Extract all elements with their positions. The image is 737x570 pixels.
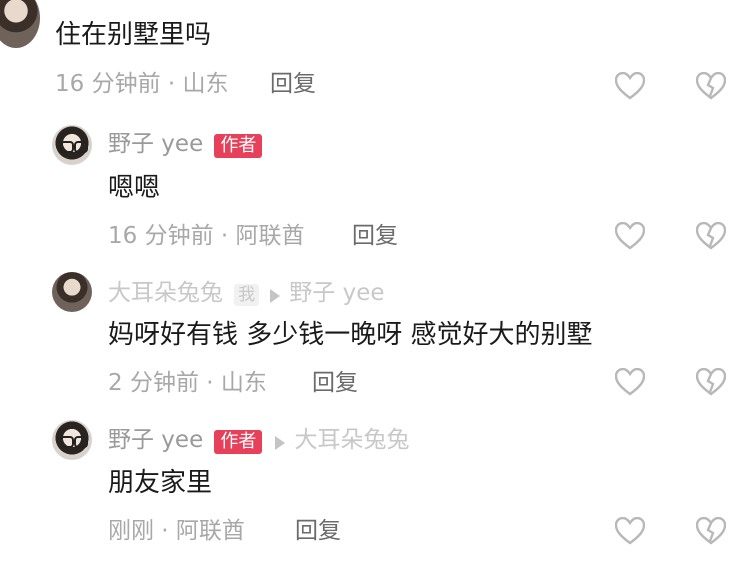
heart-outline-icon[interactable] [615,222,645,250]
top-comment-time: 16 分钟前 · 山东 [55,71,229,97]
broken-heart-outline-icon[interactable] [696,222,726,250]
reply-avatar[interactable] [52,272,92,312]
reply-avatar[interactable] [52,420,92,460]
broken-heart-outline-icon[interactable] [696,368,726,396]
reply-time: 16 分钟前 · 阿联酋 [108,223,305,249]
reply-header: 野子 yee 作者 [108,131,263,158]
reply-reply-button[interactable]: 回复 [352,225,398,248]
top-comment-text: 住在别墅里吗 [55,20,212,50]
reply-header: 大耳朵兔兔 我 野子 yee [108,280,385,306]
reply-author-name[interactable]: 野子 yee [108,131,203,157]
reply-to-name[interactable]: 野子 yee [289,280,384,306]
self-tag: 我 [234,284,260,306]
top-comment-reply-button[interactable]: 回复 [270,73,316,96]
top-comment-avatar[interactable] [0,0,40,48]
reply-avatar[interactable] [52,125,92,165]
reply-reply-button[interactable]: 回复 [295,520,341,543]
author-badge: 作者 [214,430,263,454]
heart-outline-icon[interactable] [615,368,645,396]
reply-time: 刚刚 · 阿联酋 [108,518,245,544]
reply-arrow-icon [270,288,281,303]
author-badge: 作者 [214,134,263,158]
reply-author-name[interactable]: 大耳朵兔兔 [108,280,223,306]
heart-outline-icon[interactable] [615,72,645,100]
reply-text: 妈呀好有钱 多少钱一晚呀 感觉好大的别墅 [108,320,593,350]
reply-reply-button[interactable]: 回复 [312,372,358,395]
reply-header: 野子 yee 作者 大耳朵兔兔 [108,429,410,454]
heart-outline-icon[interactable] [615,517,645,545]
reply-author-name[interactable]: 野子 yee [108,427,203,453]
broken-heart-outline-icon[interactable] [696,72,726,100]
broken-heart-outline-icon[interactable] [696,517,726,545]
reply-to-name[interactable]: 大耳朵兔兔 [295,427,410,453]
reply-text: 朋友家里 [108,468,213,498]
reply-arrow-icon [275,435,286,450]
reply-text: 嗯嗯 [108,173,161,203]
reply-time: 2 分钟前 · 山东 [108,370,267,396]
